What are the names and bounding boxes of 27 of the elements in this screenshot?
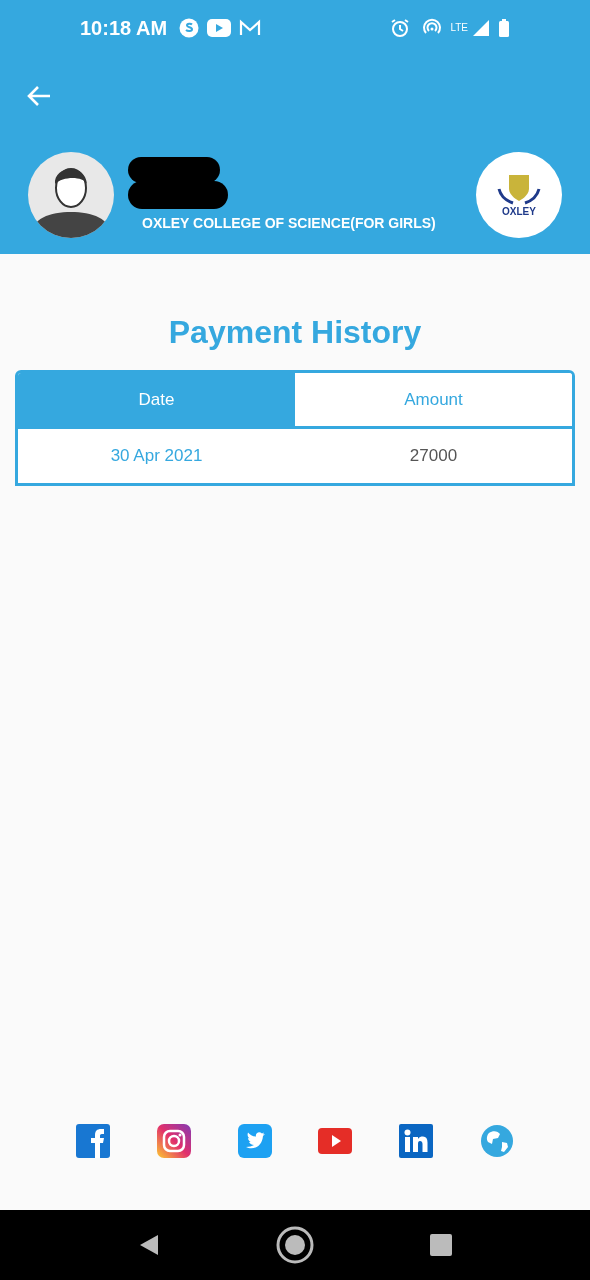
crest-icon	[495, 173, 543, 207]
back-button[interactable]	[26, 85, 52, 107]
battery-icon	[498, 18, 510, 38]
column-header[interactable]: Amount	[295, 373, 572, 426]
column-header[interactable]: Date	[18, 373, 295, 426]
linkedin-icon[interactable]	[399, 1124, 434, 1158]
mail-icon	[239, 19, 262, 37]
school-name: OXLEY COLLEGE OF SCIENCE(FOR GIRLS)	[142, 213, 437, 233]
logo-text: OXLEY	[502, 207, 536, 217]
square-icon	[430, 1234, 453, 1256]
alarm-icon	[390, 18, 411, 38]
signal-icon	[472, 19, 490, 37]
home-circle-icon	[275, 1225, 315, 1265]
back-arrow-icon	[26, 85, 52, 107]
table-cell-text: 30 Apr 2021	[109, 445, 204, 468]
network-label: LTE	[450, 23, 468, 33]
home-button[interactable]	[275, 1225, 315, 1265]
recents-button[interactable]	[430, 1234, 453, 1256]
status-time: 10:18 AM	[80, 16, 168, 41]
bird-icon[interactable]	[237, 1124, 272, 1158]
facebook-icon[interactable]	[76, 1124, 110, 1158]
skype-icon	[179, 18, 200, 38]
page-title: Payment History	[168, 313, 422, 352]
globe-icon[interactable]	[480, 1124, 514, 1158]
table-cell-text: 27000	[408, 445, 459, 468]
youtube-icon	[207, 19, 232, 37]
camera-icon[interactable]	[156, 1124, 191, 1158]
